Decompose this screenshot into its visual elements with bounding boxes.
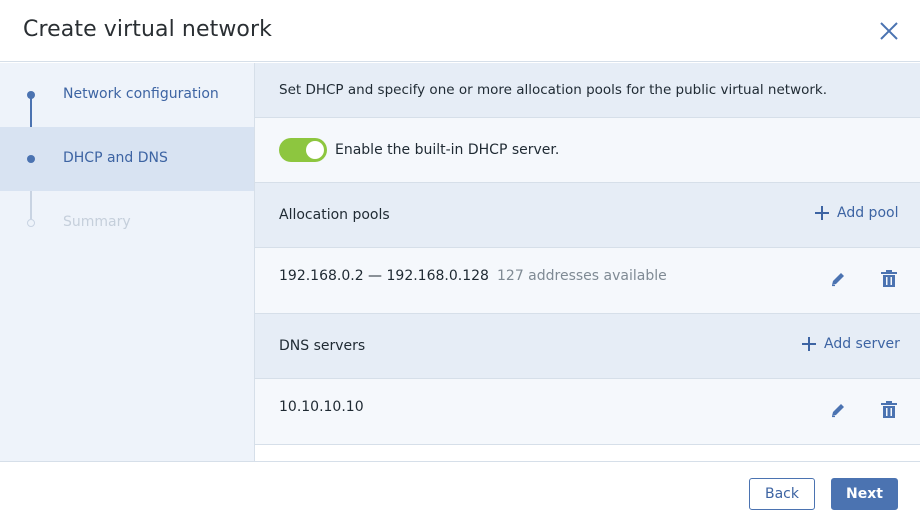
delete-server-button[interactable] — [880, 401, 898, 419]
pool-row: 192.168.0.2 — 192.168.0.128 127 addresse… — [255, 248, 920, 314]
close-icon — [880, 22, 898, 40]
edit-pool-button[interactable] — [829, 270, 847, 288]
step-network-configuration[interactable]: Network configuration — [0, 63, 254, 127]
trash-icon — [881, 401, 897, 418]
pencil-icon — [832, 273, 844, 287]
dns-servers-header: DNS servers Add server — [255, 314, 920, 379]
allocation-pools-header: Allocation pools Add pool — [255, 183, 920, 248]
step-label: Summary — [63, 214, 131, 230]
add-server-label: Add server — [824, 336, 900, 352]
pencil-icon — [832, 404, 844, 418]
dhcp-row: Enable the built-in DHCP server. — [255, 118, 920, 183]
plus-icon — [815, 206, 829, 220]
trash-icon — [881, 270, 897, 287]
dhcp-toggle[interactable] — [279, 138, 327, 162]
dns-server-address: 10.10.10.10 — [279, 399, 364, 415]
dialog-header: Create virtual network — [0, 0, 920, 62]
add-pool-button[interactable]: Add pool — [815, 205, 898, 221]
dns-server-row: 10.10.10.10 — [255, 379, 920, 445]
step-summary: Summary — [0, 191, 254, 255]
next-button[interactable]: Next — [831, 478, 898, 510]
close-button[interactable] — [876, 18, 902, 44]
section-title: DNS servers — [279, 338, 366, 354]
step-dhcp-and-dns[interactable]: DHCP and DNS — [0, 127, 254, 191]
step-label: DHCP and DNS — [63, 150, 168, 166]
step-dot-completed — [27, 91, 35, 99]
plus-icon — [802, 337, 816, 351]
main-content: Set DHCP and specify one or more allocat… — [255, 63, 920, 461]
wizard-steps-sidebar: Network configuration DHCP and DNS Summa… — [0, 63, 255, 461]
add-pool-label: Add pool — [837, 205, 899, 221]
toggle-knob — [306, 141, 324, 159]
edit-server-button[interactable] — [829, 401, 847, 419]
step-label: Network configuration — [63, 86, 219, 102]
intro-panel: Set DHCP and specify one or more allocat… — [255, 63, 920, 118]
dhcp-label: Enable the built-in DHCP server. — [335, 142, 560, 158]
pool-range: 192.168.0.2 — 192.168.0.128 — [279, 268, 489, 284]
pool-available-count: 127 addresses available — [497, 268, 667, 284]
section-title: Allocation pools — [279, 207, 390, 223]
dialog-footer: Back Next — [0, 461, 920, 523]
intro-text: Set DHCP and specify one or more allocat… — [279, 82, 828, 98]
back-button[interactable]: Back — [749, 478, 815, 510]
delete-pool-button[interactable] — [880, 270, 898, 288]
add-server-button[interactable]: Add server — [802, 336, 900, 352]
step-dot-active — [27, 155, 35, 163]
dialog-title: Create virtual network — [23, 17, 272, 42]
step-dot-pending — [27, 219, 35, 227]
